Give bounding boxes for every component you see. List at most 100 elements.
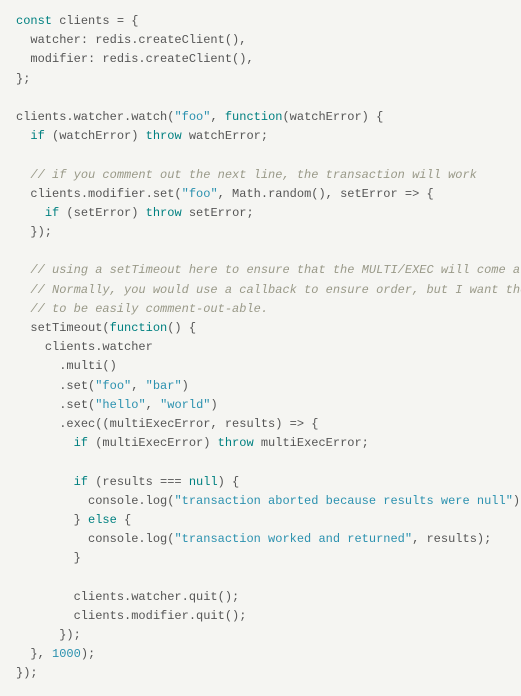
code-token: ) {: [218, 475, 240, 489]
code-token: if: [74, 475, 96, 489]
code-line: // Normally, you would use a callback to…: [16, 281, 505, 300]
code-token: );: [513, 494, 521, 508]
code-token: }: [74, 551, 81, 565]
code-token: (setError): [66, 206, 145, 220]
code-token: "world": [160, 398, 210, 412]
code-token: null: [189, 475, 218, 489]
code-token: ,: [146, 398, 160, 412]
code-token: console.log(: [88, 532, 174, 546]
code-token: console.log(: [88, 494, 174, 508]
code-token: if: [30, 129, 52, 143]
code-token: const: [16, 14, 59, 28]
code-token: // using a setTimeout here to ensure tha…: [30, 263, 521, 277]
code-token: ): [182, 379, 189, 393]
code-token: // Normally, you would use a callback to…: [30, 283, 521, 297]
code-token: "transaction aborted because results wer…: [174, 494, 512, 508]
code-token: setError;: [189, 206, 254, 220]
code-line: // using a setTimeout here to ensure tha…: [16, 261, 505, 280]
code-token: 1000: [52, 647, 81, 661]
code-token: "hello": [95, 398, 145, 412]
code-line: } else {: [16, 511, 505, 530]
code-token: throw: [146, 129, 189, 143]
code-line: });: [16, 223, 505, 242]
code-token: "foo": [174, 110, 210, 124]
code-token: ,: [131, 379, 145, 393]
code-token: , results);: [412, 532, 491, 546]
code-line: [16, 568, 505, 587]
code-line: }, 1000);: [16, 645, 505, 664]
code-token: (watchError): [52, 129, 146, 143]
code-token: watchError;: [189, 129, 268, 143]
code-token: }: [74, 513, 88, 527]
code-token: throw: [146, 206, 189, 220]
code-token: multiExecError;: [261, 436, 369, 450]
code-token: modifier: redis.createClient(),: [30, 52, 253, 66]
code-token: {: [124, 513, 131, 527]
code-token: ): [210, 398, 217, 412]
code-line: };: [16, 70, 505, 89]
code-token: });: [16, 666, 38, 680]
code-line: modifier: redis.createClient(),: [16, 50, 505, 69]
code-line: .exec((multiExecError, results) => {: [16, 415, 505, 434]
code-line: if (results === null) {: [16, 473, 505, 492]
code-token: setTimeout(: [30, 321, 109, 335]
code-token: .set(: [59, 398, 95, 412]
code-line: });: [16, 626, 505, 645]
code-token: );: [81, 647, 95, 661]
code-line: [16, 146, 505, 165]
code-token: ,: [210, 110, 224, 124]
code-token: clients.modifier.set(: [30, 187, 181, 201]
code-line: if (setError) throw setError;: [16, 204, 505, 223]
code-token: .set(: [59, 379, 95, 393]
code-line: clients.watcher.quit();: [16, 588, 505, 607]
code-token: clients.watcher: [45, 340, 153, 354]
code-token: "transaction worked and returned": [174, 532, 412, 546]
code-line: if (watchError) throw watchError;: [16, 127, 505, 146]
code-token: else: [88, 513, 124, 527]
code-line: clients.modifier.set("foo", Math.random(…: [16, 185, 505, 204]
code-line: console.log("transaction worked and retu…: [16, 530, 505, 549]
code-block: const clients = { watcher: redis.createC…: [16, 12, 505, 684]
code-token: });: [59, 628, 81, 642]
code-line: [16, 453, 505, 472]
code-line: watcher: redis.createClient(),: [16, 31, 505, 50]
code-token: "foo": [182, 187, 218, 201]
code-line: setTimeout(function() {: [16, 319, 505, 338]
code-line: console.log("transaction aborted because…: [16, 492, 505, 511]
code-line: const clients = {: [16, 12, 505, 31]
code-token: function: [225, 110, 283, 124]
code-token: clients = {: [59, 14, 138, 28]
code-line: if (multiExecError) throw multiExecError…: [16, 434, 505, 453]
code-token: // to be easily comment-out-able.: [30, 302, 268, 316]
code-token: (watchError) {: [282, 110, 383, 124]
code-token: if: [45, 206, 67, 220]
code-token: watcher: redis.createClient(),: [30, 33, 246, 47]
code-token: clients.modifier.quit();: [74, 609, 247, 623]
code-token: });: [30, 225, 52, 239]
code-token: clients.watcher.quit();: [74, 590, 240, 604]
code-token: },: [30, 647, 52, 661]
code-line: clients.watcher.watch("foo", function(wa…: [16, 108, 505, 127]
code-token: (results ===: [95, 475, 189, 489]
code-line: clients.modifier.quit();: [16, 607, 505, 626]
code-token: .exec((multiExecError, results) => {: [59, 417, 318, 431]
code-line: .set("foo", "bar"): [16, 377, 505, 396]
code-line: .set("hello", "world"): [16, 396, 505, 415]
code-token: .multi(): [59, 359, 117, 373]
code-token: () {: [167, 321, 196, 335]
code-line: .multi(): [16, 357, 505, 376]
code-line: // if you comment out the next line, the…: [16, 166, 505, 185]
code-line: [16, 89, 505, 108]
code-token: // if you comment out the next line, the…: [30, 168, 476, 182]
code-line: }: [16, 549, 505, 568]
code-token: if: [74, 436, 96, 450]
code-line: // to be easily comment-out-able.: [16, 300, 505, 319]
code-token: throw: [218, 436, 261, 450]
code-token: function: [110, 321, 168, 335]
code-token: "bar": [146, 379, 182, 393]
code-token: , Math.random(), setError => {: [218, 187, 434, 201]
code-token: "foo": [95, 379, 131, 393]
code-token: clients.watcher.watch(: [16, 110, 174, 124]
code-token: (multiExecError): [95, 436, 217, 450]
code-line: [16, 242, 505, 261]
